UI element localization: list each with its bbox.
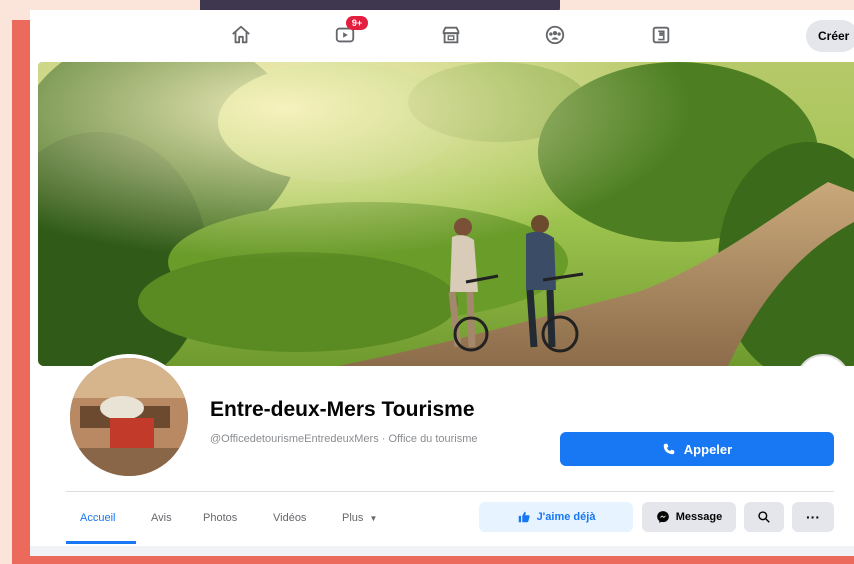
watch-icon[interactable]: 9+ [332,16,368,48]
facebook-window: 9+ Créer Entre-deux-Mers Tourisme @Offic… [30,10,854,556]
tab-plus-label: Plus [342,512,364,524]
groups-icon[interactable] [542,22,568,48]
marketplace-icon[interactable] [438,22,464,48]
active-tab-indicator [66,541,136,544]
phone-icon [663,443,675,455]
search-button[interactable] [744,502,784,532]
more-options-button[interactable]: ··· [792,502,834,532]
call-button-label: Appeler [683,441,733,457]
tab-photos[interactable]: Photos [203,512,237,524]
create-button[interactable]: Créer [806,20,854,52]
search-icon [758,511,770,523]
gaming-icon[interactable] [648,22,674,48]
call-button[interactable]: Appeler [560,432,834,466]
like-button[interactable]: J'aime déjà [479,502,633,532]
page-subtitle: @OfficedetourismeEntredeuxMers · Office … [210,433,478,445]
tab-accueil[interactable]: Accueil [80,512,115,524]
message-button[interactable]: Message [642,502,736,532]
page-title: Entre-deux-Mers Tourisme [210,398,475,421]
feed-background [30,546,854,556]
avatar[interactable] [66,354,192,480]
home-icon[interactable] [228,22,254,48]
like-button-label: J'aime déjà [536,511,596,523]
messenger-icon [656,511,669,523]
top-navigation: 9+ Créer [30,10,854,62]
message-button-label: Message [675,511,723,523]
divider [66,491,834,492]
tab-videos[interactable]: Vidéos [273,512,306,524]
chevron-down-icon: ▼ [369,514,378,523]
notification-badge: 9+ [346,16,368,30]
thumbs-up-icon [518,511,530,523]
cover-photo [38,62,854,366]
tab-plus[interactable]: Plus ▼ [342,512,377,524]
tab-avis[interactable]: Avis [151,512,172,524]
